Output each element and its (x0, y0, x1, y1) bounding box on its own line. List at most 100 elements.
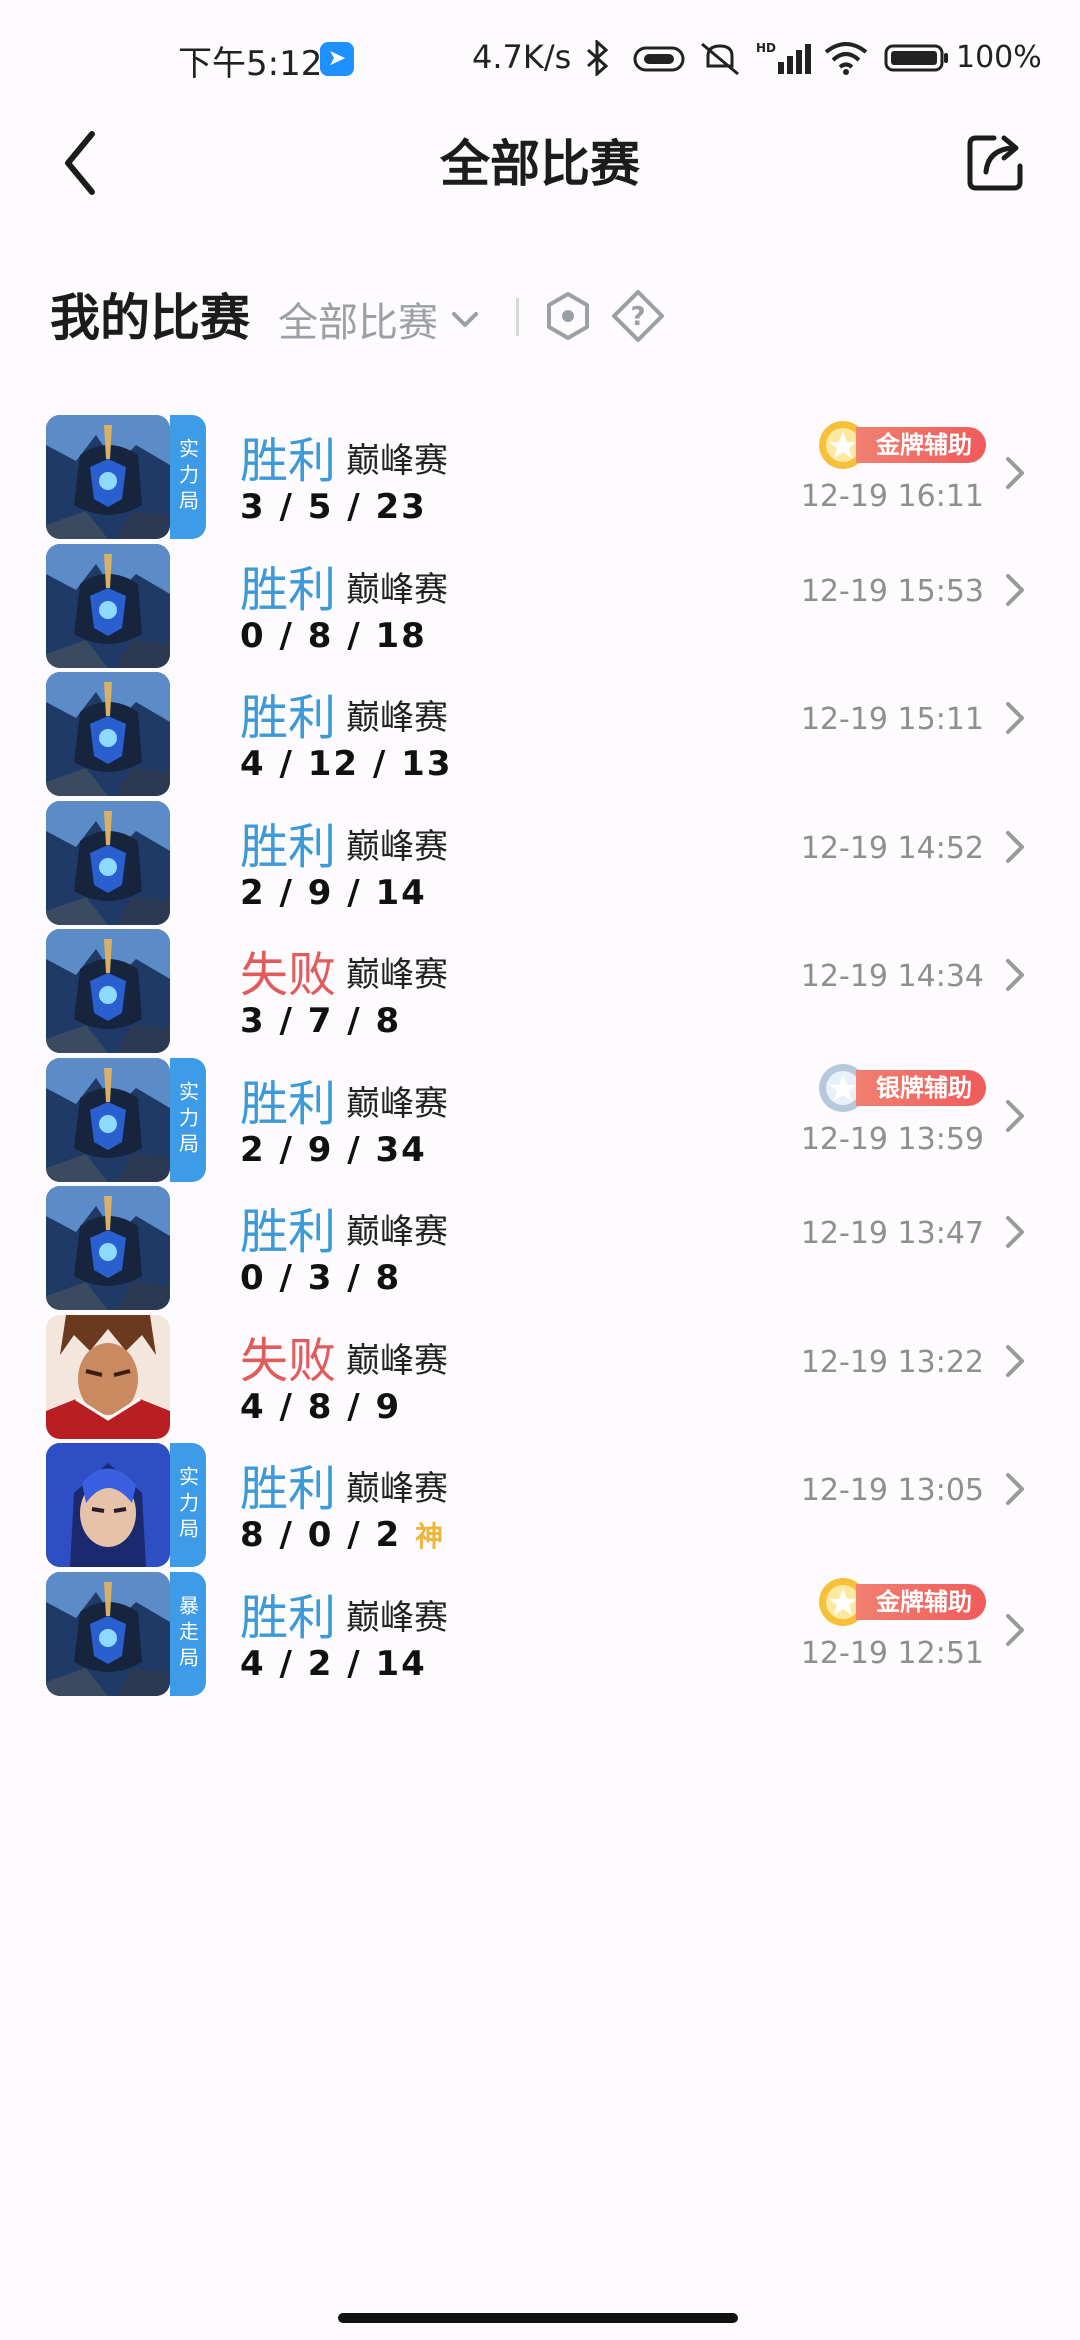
match-mode: 巅峰赛 (346, 569, 448, 610)
match-mode: 巅峰赛 (346, 1212, 448, 1252)
kda-value: 0 / 8 / 18 (240, 615, 427, 656)
hero-avatar-group: 实力局 (46, 1057, 206, 1182)
match-mode: 巅峰赛 (346, 1469, 448, 1509)
match-mode: 巅峰赛 (346, 441, 448, 481)
kda-value: 2 / 9 / 34 (240, 1129, 427, 1170)
hero-avatar (46, 1186, 170, 1310)
battery-icon (884, 44, 948, 72)
kda-value: 0 / 3 / 8 (240, 1258, 402, 1298)
kda-value: 3 / 7 / 8 (240, 1001, 402, 1041)
kda-value: 2 / 9 / 14 (240, 872, 427, 913)
svg-text:?: ? (630, 302, 645, 332)
match-time: 12-19 13:59 (800, 1121, 984, 1157)
page-title: 全部比赛 (440, 135, 640, 193)
chevron-right-icon (1006, 1613, 1024, 1646)
match-result: 失败 (240, 947, 337, 1003)
help-icon[interactable]: ? (610, 288, 666, 344)
match-time: 12-19 13:47 (800, 1216, 984, 1251)
header: 全部比赛 (0, 110, 1080, 260)
match-result: 胜利 (240, 1589, 337, 1646)
match-time: 12-19 14:34 (800, 959, 984, 994)
match-result: 胜利 (240, 690, 337, 746)
match-time: 12-19 15:53 (800, 573, 984, 609)
kda-value: 3 / 5 / 23 (240, 487, 427, 527)
kda-stats: 2 / 9 / 34 (240, 1130, 427, 1170)
match-mode: 巅峰赛 (346, 826, 448, 867)
match-tag-text: 实力局 (175, 438, 200, 516)
chevron-right-icon (1006, 702, 1024, 734)
match-result: 胜利 (240, 818, 337, 875)
match-tag: 实力局 (170, 1057, 206, 1182)
match-result: 胜利 (240, 433, 337, 489)
chevron-right-icon (1006, 1344, 1024, 1377)
kda-value: 4 / 8 / 9 (240, 1386, 402, 1427)
match-mode: 巅峰赛 (346, 1597, 448, 1638)
hero-avatar (46, 929, 170, 1053)
hero-avatar (46, 543, 170, 668)
support-badge: 金牌辅助 (816, 421, 986, 469)
hero-avatar-group: 实力局 (46, 415, 206, 539)
hero-avatar (46, 1443, 170, 1567)
match-tag: 暴走局 (170, 1571, 206, 1696)
kda-value: 4 / 2 / 14 (240, 1643, 427, 1684)
match-mode: 巅峰赛 (346, 955, 448, 995)
hero-avatar-group (46, 800, 206, 925)
support-badge-label: 银牌辅助 (856, 1069, 986, 1106)
kda-stats: 0 / 3 / 8 (240, 1258, 401, 1298)
chevron-right-icon (1006, 457, 1024, 489)
status-bar: 下午5:12 ➤ 4.7K/s HD 100% (0, 0, 1080, 120)
god-badge: 神 (415, 1520, 446, 1553)
svg-text:HD: HD (756, 41, 776, 55)
screen: 下午5:12 ➤ 4.7K/s HD 100% 全部比赛 我的比赛 全部比赛 ?… (0, 0, 1080, 2340)
kda-stats: 3 / 7 / 8 (240, 1001, 401, 1041)
match-type-dropdown[interactable]: 全部比赛 (278, 290, 482, 348)
kda-stats: 4 / 2 / 14 (240, 1644, 427, 1684)
match-mode: 巅峰赛 (346, 1083, 448, 1124)
status-time: 下午5:12 (178, 44, 323, 84)
bluetooth-icon (587, 40, 609, 76)
home-indicator[interactable] (338, 2313, 738, 2323)
match-time: 12-19 13:22 (800, 1344, 984, 1380)
app-notification-icon: ➤ (320, 42, 354, 76)
kda-value: 4 / 12 / 13 (240, 744, 453, 784)
filter-bar: 我的比赛 全部比赛 ? (0, 268, 1080, 368)
match-tag-text: 暴走局 (175, 1594, 200, 1673)
hero-avatar-group (46, 672, 206, 796)
hero-avatar (46, 1314, 170, 1439)
divider (516, 298, 519, 336)
match-time: 12-19 15:11 (800, 702, 984, 737)
kda-stats: 3 / 5 / 23 (240, 487, 427, 527)
vibrate-icon (633, 46, 685, 72)
match-mode: 巅峰赛 (346, 1340, 448, 1381)
match-time: 12-19 13:05 (800, 1473, 984, 1508)
kda-stats: 0 / 8 / 18 (240, 616, 427, 656)
kda-stats: 4 / 8 / 9 (240, 1387, 401, 1427)
match-mode: 巅峰赛 (346, 698, 448, 738)
hero-avatar-group: 实力局 (46, 1443, 206, 1567)
hero-avatar (46, 672, 170, 796)
chevron-right-icon (1006, 830, 1024, 863)
match-tag-text: 实力局 (175, 1466, 200, 1544)
support-badge: 金牌辅助 (816, 1577, 986, 1626)
support-badge-label: 金牌辅助 (856, 1583, 986, 1620)
match-row[interactable]: 暴走局 胜利 巅峰赛 4 / 2 / 14 金牌辅助 12-19 12:51 (0, 1552, 1080, 1712)
match-tag: 实力局 (170, 415, 206, 539)
hero-avatar (46, 1571, 170, 1696)
match-result: 失败 (240, 1332, 337, 1389)
hero-avatar (46, 800, 170, 925)
hero-avatar-group: 暴走局 (46, 1571, 206, 1696)
share-icon[interactable] (964, 128, 1030, 194)
hero-avatar-group (46, 929, 206, 1053)
chevron-right-icon (1006, 1216, 1024, 1248)
hero-avatar-group (46, 1186, 206, 1310)
kda-value: 8 / 0 / 2 (240, 1515, 402, 1555)
match-tag: 实力局 (170, 1443, 206, 1567)
hero-avatar-group (46, 543, 206, 668)
match-result: 胜利 (240, 1075, 337, 1132)
chevron-right-icon (1006, 959, 1024, 991)
signal-icon: HD (756, 41, 811, 74)
hexagon-settings-icon[interactable] (540, 288, 596, 344)
dropdown-value: 全部比赛 (278, 300, 438, 346)
hero-avatar (46, 415, 170, 539)
wifi-icon (824, 42, 868, 75)
